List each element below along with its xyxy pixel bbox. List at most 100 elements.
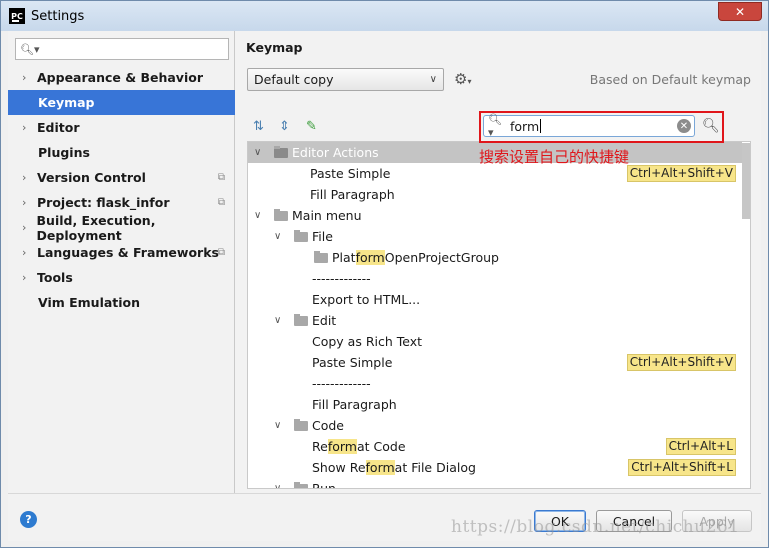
tree-row[interactable]: Fill Paragraph xyxy=(248,184,742,205)
tree-row[interactable]: PlatformOpenProjectGroup xyxy=(248,247,742,268)
help-icon[interactable]: ? xyxy=(20,511,37,528)
tree-row-label: Show Reformat File Dialog xyxy=(312,460,476,475)
tree-row[interactable]: Show Reformat File Dialog Ctrl+Alt+Shift+… xyxy=(248,457,742,478)
chevron-down-icon[interactable]: ∨ xyxy=(254,210,266,221)
search-icon: 🔍︎▾ xyxy=(20,42,40,56)
sidebar-item-languages-frameworks[interactable]: › Languages & Frameworks ⧉ xyxy=(8,240,235,265)
shortcut-badge: Ctrl+Alt+Shift+V xyxy=(626,165,736,182)
chevron-right-icon[interactable]: › xyxy=(22,221,32,234)
tree-row[interactable]: ------------- xyxy=(248,373,742,394)
sidebar-item-label: Languages & Frameworks xyxy=(37,245,219,260)
tree-row[interactable]: Copy as Rich Text xyxy=(248,331,742,352)
search-match-highlight: form xyxy=(355,250,385,265)
chevron-right-icon[interactable]: › xyxy=(22,121,32,134)
sidebar-item-plugins[interactable]: Plugins xyxy=(8,140,235,165)
keymap-search-input[interactable]: 🔍︎▾ form ✕ xyxy=(483,113,695,139)
tree-row-label: Copy as Rich Text xyxy=(312,334,422,349)
sidebar-item-label: Keymap xyxy=(38,95,95,110)
chevron-right-icon[interactable]: › xyxy=(22,271,32,284)
tree-row[interactable]: Fill Paragraph xyxy=(248,394,742,415)
folder-icon xyxy=(294,313,308,326)
tree-row-label: Paste Simple xyxy=(310,166,390,181)
shortcut-badge: Ctrl+Alt+Shift+L xyxy=(628,459,736,476)
chevron-down-icon: ∨ xyxy=(429,74,437,85)
label-text: Fill Paragraph xyxy=(310,187,395,202)
label-text: Edit xyxy=(312,313,337,328)
label-text: Export to HTML... xyxy=(312,292,421,307)
label-text: ------------- xyxy=(312,376,371,391)
label-text: Fill Paragraph xyxy=(312,397,397,412)
sidebar-item-build-execution-deployment[interactable]: › Build, Execution, Deployment xyxy=(8,213,235,243)
title-bar: PC Settings ✕ xyxy=(1,1,768,31)
shortcut-badge: Ctrl+Alt+Shift+V xyxy=(626,354,736,371)
chevron-down-icon[interactable]: ∨ xyxy=(274,315,286,326)
sidebar-item-project-flask-infor[interactable]: › Project: flask_infor ⧉ xyxy=(8,190,235,215)
tree-row-label: Reformat Code xyxy=(312,439,406,454)
scrollbar-thumb[interactable] xyxy=(742,143,750,219)
chevron-right-icon[interactable]: › xyxy=(22,171,32,184)
tree-row-label: Fill Paragraph xyxy=(312,397,397,412)
tree-row[interactable]: Export to HTML... xyxy=(248,289,742,310)
tree-row[interactable]: Paste Simple Ctrl+Alt+Shift+V xyxy=(248,352,742,373)
label-text: at Code xyxy=(356,439,406,454)
expand-all-icon[interactable]: ⇅ xyxy=(253,119,264,134)
folder-icon xyxy=(294,229,308,242)
find-by-shortcut-icon[interactable]: 🔍︎ xyxy=(702,118,720,134)
label-text: Re xyxy=(312,439,328,454)
sidebar-item-label: Project: flask_infor xyxy=(37,195,170,210)
tree-row[interactable]: ∨ File xyxy=(248,226,742,247)
sidebar-search-input[interactable]: 🔍︎▾ xyxy=(15,38,229,60)
cancel-button[interactable]: Cancel xyxy=(596,510,672,532)
chevron-right-icon[interactable]: › xyxy=(22,71,32,84)
tree-row[interactable]: ------------- xyxy=(248,268,742,289)
chevron-down-icon[interactable]: ∨ xyxy=(254,147,266,158)
gear-icon[interactable]: ⚙▾ xyxy=(454,70,471,88)
sidebar-item-label: Version Control xyxy=(37,170,146,185)
page-title: Keymap xyxy=(246,40,303,55)
label-text: Editor Actions xyxy=(292,145,379,160)
collapse-all-icon[interactable]: ⇕ xyxy=(279,119,290,134)
tree-row[interactable]: ∨ Run xyxy=(248,478,742,489)
chevron-down-icon[interactable]: ∨ xyxy=(274,483,286,488)
ok-button[interactable]: OK xyxy=(534,510,586,532)
project-scope-icon: ⧉ xyxy=(217,247,225,258)
folder-icon xyxy=(294,481,308,488)
edit-pencil-icon[interactable]: ✎ xyxy=(306,119,317,134)
tree-row-label: File xyxy=(312,229,333,244)
sidebar-item-vim-emulation[interactable]: Vim Emulation xyxy=(8,290,235,315)
sidebar-item-label: Tools xyxy=(37,270,73,285)
tree-row[interactable]: ∨ Code xyxy=(248,415,742,436)
settings-sidebar: 🔍︎▾ › Appearance & Behavior Keymap › Editor P… xyxy=(8,31,235,493)
sidebar-item-label: Appearance & Behavior xyxy=(37,70,203,85)
folder-icon xyxy=(314,250,328,263)
label-text: Run xyxy=(312,481,336,489)
chevron-right-icon[interactable]: › xyxy=(22,246,32,259)
close-icon[interactable]: ✕ xyxy=(718,2,762,21)
apply-button[interactable]: Apply xyxy=(682,510,752,532)
sidebar-item-editor[interactable]: › Editor xyxy=(8,115,235,140)
dialog-button-bar: ? OK Cancel Apply xyxy=(8,493,761,541)
label-text: Code xyxy=(312,418,345,433)
label-text: Plat xyxy=(332,250,356,265)
tree-row-label: Code xyxy=(312,418,344,433)
sidebar-item-label: Plugins xyxy=(38,145,90,160)
clear-search-icon[interactable]: ✕ xyxy=(677,119,691,133)
tree-row[interactable]: Reformat Code Ctrl+Alt+L xyxy=(248,436,742,457)
tree-row[interactable]: ∨ Edit xyxy=(248,310,742,331)
sidebar-item-version-control[interactable]: › Version Control ⧉ xyxy=(8,165,235,190)
chevron-down-icon[interactable]: ∨ xyxy=(274,420,286,431)
label-text: Paste Simple xyxy=(312,355,393,370)
sidebar-item-keymap[interactable]: Keymap xyxy=(8,90,235,115)
based-on-label: Based on Default keymap xyxy=(589,72,751,87)
sidebar-item-appearance-behavior[interactable]: › Appearance & Behavior xyxy=(8,65,235,90)
keymap-scheme-select[interactable]: Default copy ∨ xyxy=(247,68,444,91)
tree-scrollbar[interactable] xyxy=(742,142,750,488)
dialog-client-area: 🔍︎▾ › Appearance & Behavior Keymap › Editor P… xyxy=(8,31,761,541)
chevron-down-icon[interactable]: ∨ xyxy=(274,231,286,242)
chevron-right-icon[interactable]: › xyxy=(22,196,32,209)
tree-row[interactable]: ∨ Main menu xyxy=(248,205,742,226)
tree-row-label: Export to HTML... xyxy=(312,292,420,307)
sidebar-item-tools[interactable]: › Tools xyxy=(8,265,235,290)
label-text: File xyxy=(312,229,333,244)
text-cursor xyxy=(540,119,542,133)
